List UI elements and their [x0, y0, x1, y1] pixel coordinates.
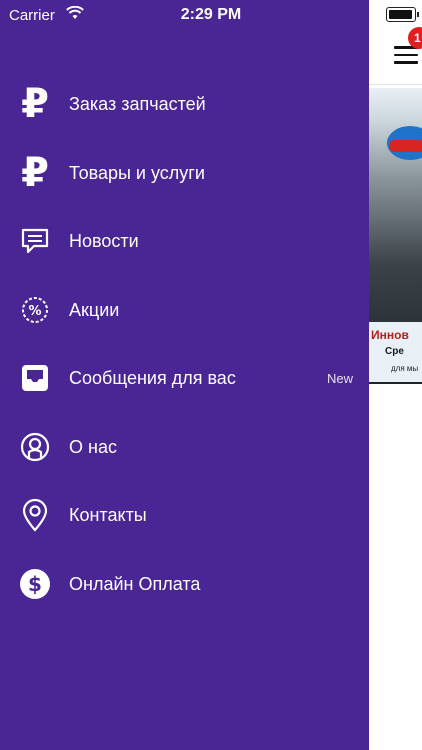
banner-text-line1: Иннов — [371, 328, 409, 342]
menu-item-label: О нас — [69, 436, 117, 457]
inbox-icon — [19, 362, 51, 394]
banner-text-line3: для мы — [391, 364, 419, 373]
hamburger-menu-icon[interactable] — [394, 46, 418, 64]
menu-item-about[interactable]: О нас — [0, 417, 369, 477]
menu-item-label: Новости — [69, 230, 139, 251]
ruble-icon: ₽ — [21, 150, 49, 196]
svg-text:%: % — [28, 304, 41, 319]
menu-item-label: Контакты — [69, 504, 147, 525]
menu-item-parts-order[interactable]: ₽ Заказ запчастей — [0, 74, 369, 134]
promo-banner-image[interactable]: Иннов Сре для мы — [369, 88, 422, 384]
banner-logo-accent — [389, 140, 422, 152]
menu-item-online-payment[interactable]: $ Онлайн Оплата — [0, 554, 369, 614]
location-pin-icon — [19, 498, 51, 532]
menu-item-news[interactable]: Новости — [0, 211, 369, 271]
new-badge: New — [326, 370, 353, 386]
user-circle-icon — [19, 431, 51, 463]
svg-text:$: $ — [28, 572, 42, 596]
menu-item-label: Сообщения для вас — [69, 367, 236, 388]
percent-badge-icon: % — [19, 294, 51, 326]
status-bar: Carrier 2:29 PM — [0, 0, 422, 30]
battery-icon — [386, 7, 419, 22]
menu-item-promotions[interactable]: % Акции — [0, 280, 369, 340]
header-divider — [369, 84, 422, 85]
navigation-drawer: ₽ Заказ запчастей ₽ Товары и услуги Ново… — [0, 0, 369, 750]
menu-item-label: Заказ запчастей — [69, 93, 206, 114]
menu-item-goods-services[interactable]: ₽ Товары и услуги — [0, 143, 369, 203]
menu-item-label: Онлайн Оплата — [69, 573, 201, 594]
ruble-icon: ₽ — [21, 81, 49, 127]
menu-item-label: Акции — [69, 299, 120, 320]
dollar-circle-icon: $ — [19, 568, 51, 600]
banner-text-line2: Сре — [385, 346, 404, 357]
menu-item-messages[interactable]: Сообщения для вас New — [0, 348, 369, 408]
status-time: 2:29 PM — [180, 6, 242, 23]
menu-item-label: Товары и услуги — [69, 162, 205, 183]
message-icon — [19, 225, 51, 257]
menu-item-contacts[interactable]: Контакты — [0, 485, 369, 545]
